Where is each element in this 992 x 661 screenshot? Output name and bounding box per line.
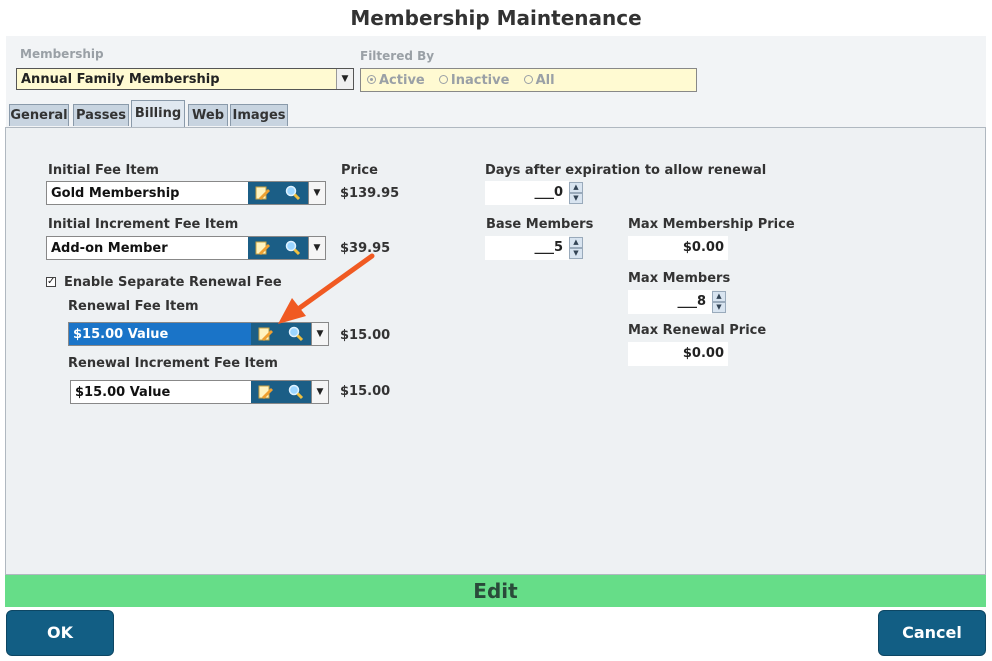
days-after-input[interactable]: ___0 bbox=[485, 181, 569, 205]
days-after-label: Days after expiration to allow renewal bbox=[485, 163, 767, 178]
search-item-button[interactable] bbox=[278, 182, 308, 204]
edit-item-button[interactable] bbox=[248, 182, 278, 204]
renewal-increment-field[interactable]: $15.00 Value ▼ bbox=[70, 380, 329, 404]
window-title: Membership Maintenance bbox=[350, 6, 642, 30]
radio-icon bbox=[523, 75, 533, 84]
spin-down-icon[interactable]: ▼ bbox=[569, 193, 583, 204]
annotation-arrow-icon bbox=[278, 253, 375, 324]
tab-images[interactable]: Images bbox=[230, 104, 288, 126]
footer bbox=[0, 607, 992, 661]
renewal-fee-label: Renewal Fee Item bbox=[68, 299, 199, 314]
enable-renewal-label: Enable Separate Renewal Fee bbox=[64, 275, 282, 290]
renewal-increment-price: $15.00 bbox=[340, 384, 391, 399]
max-price-label: Max Membership Price bbox=[628, 217, 795, 232]
spin-down-icon[interactable]: ▼ bbox=[569, 248, 583, 259]
spin-up-icon[interactable]: ▲ bbox=[569, 237, 583, 248]
filter-label: Filtered By bbox=[360, 49, 435, 63]
spin-up-icon[interactable]: ▲ bbox=[712, 291, 726, 302]
search-icon bbox=[288, 384, 304, 400]
search-icon bbox=[288, 326, 304, 342]
renewal-fee-price: $15.00 bbox=[340, 328, 391, 343]
search-icon bbox=[285, 185, 301, 201]
renewal-fee-value: $15.00 Value bbox=[73, 327, 169, 342]
base-members-label: Base Members bbox=[486, 217, 594, 232]
spin-up-icon[interactable]: ▲ bbox=[569, 182, 583, 193]
radio-inactive[interactable]: Inactive bbox=[438, 73, 509, 88]
radio-active[interactable]: Active bbox=[367, 73, 425, 88]
tab-web[interactable]: Web bbox=[188, 104, 228, 126]
max-price-value: $0.00 bbox=[682, 240, 724, 255]
max-renewal-value: $0.00 bbox=[682, 346, 724, 361]
max-renewal-label: Max Renewal Price bbox=[628, 323, 767, 338]
chevron-down-icon[interactable]: ▼ bbox=[336, 69, 353, 89]
filter-group: Active Inactive All bbox=[360, 68, 697, 92]
max-members-input[interactable]: ___8 bbox=[628, 290, 712, 314]
renewal-increment-value: $15.00 Value bbox=[75, 385, 171, 400]
price-header: Price bbox=[341, 163, 378, 178]
membership-value: Annual Family Membership bbox=[21, 72, 220, 87]
base-members-value: ___5 bbox=[534, 240, 563, 255]
max-members-value: ___8 bbox=[677, 294, 706, 309]
chevron-down-icon[interactable]: ▼ bbox=[308, 182, 325, 204]
edit-item-button[interactable] bbox=[251, 381, 281, 403]
max-price-input[interactable]: $0.00 bbox=[628, 236, 728, 260]
radio-icon bbox=[438, 75, 448, 84]
spin-down-icon[interactable]: ▼ bbox=[712, 302, 726, 313]
edit-icon bbox=[258, 327, 273, 341]
tab-general[interactable]: General bbox=[9, 104, 69, 126]
membership-label: Membership bbox=[20, 47, 104, 61]
edit-icon bbox=[258, 385, 273, 399]
radio-selected-icon bbox=[367, 75, 376, 84]
initial-fee-label: Initial Fee Item bbox=[48, 163, 159, 178]
base-members-input[interactable]: ___5 bbox=[485, 236, 569, 260]
initial-increment-value: Add-on Member bbox=[51, 241, 168, 256]
max-members-label: Max Members bbox=[628, 271, 731, 286]
ok-button[interactable]: OK bbox=[6, 610, 114, 656]
membership-select[interactable]: Annual Family Membership ▼ bbox=[16, 68, 354, 90]
days-after-value: ___0 bbox=[534, 185, 563, 200]
enable-renewal-checkbox[interactable]: ✓ bbox=[46, 277, 56, 287]
cancel-button[interactable]: Cancel bbox=[878, 610, 986, 656]
initial-fee-price: $139.95 bbox=[340, 186, 400, 201]
initial-fee-field[interactable]: Gold Membership ▼ bbox=[46, 181, 326, 205]
max-renewal-input[interactable]: $0.00 bbox=[628, 342, 728, 366]
tab-passes[interactable]: Passes bbox=[73, 104, 129, 126]
mode-status-bar: Edit bbox=[5, 575, 986, 607]
search-item-button[interactable] bbox=[281, 381, 311, 403]
renewal-increment-label: Renewal Increment Fee Item bbox=[68, 356, 278, 371]
chevron-down-icon[interactable]: ▼ bbox=[311, 381, 328, 403]
edit-icon bbox=[255, 186, 270, 200]
tab-billing[interactable]: Billing bbox=[131, 100, 185, 128]
edit-icon bbox=[255, 241, 270, 255]
initial-fee-value: Gold Membership bbox=[51, 186, 180, 201]
radio-all[interactable]: All bbox=[523, 73, 555, 88]
initial-increment-label: Initial Increment Fee Item bbox=[48, 217, 239, 232]
